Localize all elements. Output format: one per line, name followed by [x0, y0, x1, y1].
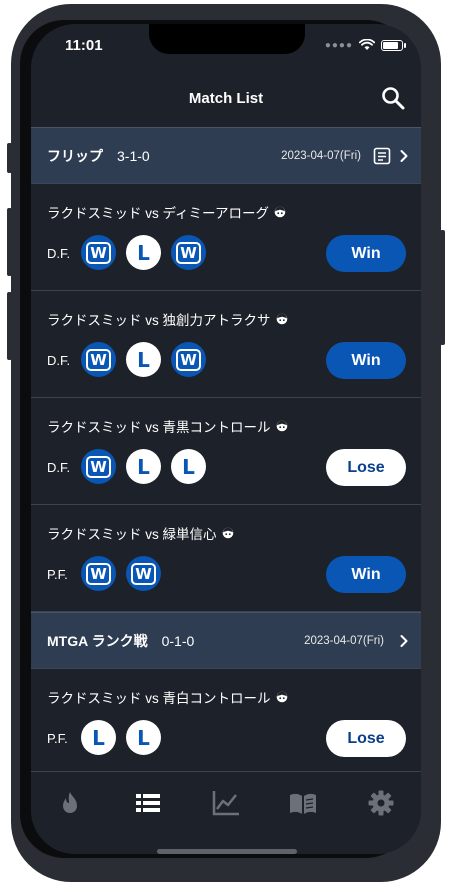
game-loss-badge: L — [126, 235, 161, 270]
game-loss-badge: L — [126, 720, 161, 755]
tab-bar — [31, 771, 421, 854]
play-draw-label: P.F. — [47, 731, 68, 746]
match-row[interactable]: ラクドスミッド vs ディミーアローグ D.F. W L W Win — [31, 184, 421, 291]
game-win-badge: W — [171, 235, 206, 270]
face-icon — [276, 420, 287, 432]
match-title: ラクドスミッド vs 青黒コントロール — [47, 416, 288, 436]
group-name: フリップ — [47, 147, 103, 164]
game-results: LL — [81, 720, 161, 755]
lose-button[interactable]: Lose — [326, 449, 406, 486]
wifi-icon — [359, 39, 375, 50]
battery-icon — [381, 39, 406, 51]
game-win-badge: W — [81, 449, 116, 484]
home-indicator — [157, 849, 297, 854]
play-draw-label: D.F. — [47, 246, 71, 261]
group-record: 3-1-0 — [117, 147, 150, 164]
game-loss-badge: L — [126, 342, 161, 377]
win-button[interactable]: Win — [326, 556, 406, 593]
chevron-right-icon[interactable] — [399, 634, 409, 648]
game-result-letter: W — [176, 241, 201, 264]
group-name: MTGA ランク戦 — [47, 632, 148, 649]
power-button — [440, 230, 445, 345]
play-draw-label: P.F. — [47, 567, 68, 582]
match-row[interactable]: ラクドスミッド vs 独創力アトラクサ D.F. W L W Win — [31, 291, 421, 398]
game-result-letter: W — [131, 562, 156, 585]
match-title-text: ラクドスミッド vs 青白コントロール — [47, 691, 271, 706]
book-icon[interactable] — [288, 788, 318, 818]
gear-icon[interactable] — [366, 788, 396, 818]
game-result-letter: L — [137, 347, 150, 372]
match-title-text: ラクドスミッド vs 緑単信心 — [47, 527, 217, 542]
lose-button[interactable]: Lose — [326, 720, 406, 757]
chart-icon[interactable] — [211, 788, 241, 818]
game-win-badge: W — [171, 342, 206, 377]
game-win-badge: W — [81, 556, 116, 591]
match-row[interactable]: ラクドスミッド vs 青黒コントロール D.F. W L L Lose — [31, 398, 421, 505]
game-win-badge: W — [81, 235, 116, 270]
match-title-text: ラクドスミッド vs 青黒コントロール — [47, 420, 271, 435]
flame-icon[interactable] — [55, 788, 85, 818]
face-icon — [276, 691, 287, 703]
list-icon[interactable] — [133, 788, 163, 818]
mute-switch — [7, 143, 12, 173]
group-date: 2023-04-07(Fri) — [281, 149, 361, 162]
game-result-letter: L — [137, 454, 150, 479]
game-result-letter: L — [182, 454, 195, 479]
game-result-letter: L — [137, 725, 150, 750]
game-results: WLL — [81, 449, 206, 484]
play-draw-label: D.F. — [47, 460, 71, 475]
game-loss-badge: L — [81, 720, 116, 755]
game-result-letter: W — [86, 455, 111, 478]
game-result-letter: W — [86, 562, 111, 585]
game-result-letter: W — [86, 241, 111, 264]
status-time: 11:01 — [65, 37, 103, 54]
match-row[interactable]: ラクドスミッド vs 緑単信心 P.F. W W Win — [31, 505, 421, 612]
game-result-letter: L — [137, 240, 150, 265]
match-title: ラクドスミッド vs 青白コントロール — [47, 687, 288, 707]
group-date: 2023-04-07(Fri) — [304, 634, 384, 647]
note-icon[interactable] — [373, 147, 391, 165]
match-title: ラクドスミッド vs 緑単信心 — [47, 523, 234, 543]
game-results: WW — [81, 556, 161, 591]
group-header[interactable]: フリップ 3-1-0 2023-04-07(Fri) — [31, 127, 421, 184]
face-icon — [274, 206, 286, 218]
navbar: Match List — [31, 74, 421, 126]
game-result-letter: W — [176, 348, 201, 371]
game-win-badge: W — [126, 556, 161, 591]
match-title: ラクドスミッド vs ディミーアローグ — [47, 202, 286, 222]
page-title: Match List — [188, 90, 264, 107]
match-title: ラクドスミッド vs 独創力アトラクサ — [47, 309, 288, 329]
face-icon — [222, 527, 233, 539]
game-loss-badge: L — [126, 449, 161, 484]
screen: 11:01 ●●●● Match List フリップ 3-1-0 2023-04-0… — [31, 24, 421, 854]
group-header[interactable]: MTGA ランク戦 0-1-0 2023-04-07(Fri) — [31, 612, 421, 669]
win-button[interactable]: Win — [326, 235, 406, 272]
match-title-text: ラクドスミッド vs 独創力アトラクサ — [47, 313, 271, 328]
game-result-letter: L — [92, 725, 105, 750]
game-results: WLW — [81, 342, 206, 377]
game-result-letter: W — [86, 348, 111, 371]
signal-icon: ●●●● — [324, 39, 353, 51]
face-icon — [276, 313, 287, 325]
match-row[interactable]: ラクドスミッド vs 青白コントロール P.F. L L Lose — [31, 669, 421, 776]
notch — [149, 24, 305, 54]
game-results: WLW — [81, 235, 206, 270]
group-record: 0-1-0 — [161, 632, 195, 649]
status-icons: ●●●● — [324, 39, 406, 51]
volume-down-button — [7, 292, 12, 360]
search-icon[interactable] — [379, 84, 407, 112]
play-draw-label: D.F. — [47, 353, 71, 368]
volume-up-button — [7, 208, 12, 276]
match-title-text: ラクドスミッド vs ディミーアローグ — [47, 206, 270, 221]
chevron-right-icon[interactable] — [399, 149, 409, 163]
game-win-badge: W — [81, 342, 116, 377]
win-button[interactable]: Win — [326, 342, 406, 379]
game-loss-badge: L — [171, 449, 206, 484]
match-list[interactable]: フリップ 3-1-0 2023-04-07(Fri) ラクドスミッド vs ディミーア… — [31, 127, 421, 776]
